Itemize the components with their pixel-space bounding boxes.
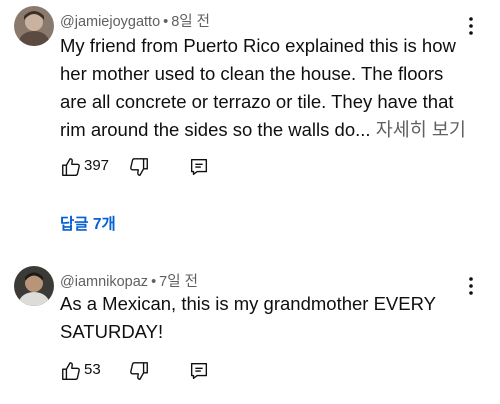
comment-line: are all concrete or terrazo or tile. The… [60,91,454,112]
author-handle[interactable]: @jamiejoygatto [60,14,160,30]
avatar[interactable] [14,6,54,46]
view-replies-button[interactable]: 답글 7개 [60,212,116,234]
comment-text: As a Mexican, this is my grandmother EVE… [60,290,480,346]
reply-button[interactable] [188,156,210,183]
like-button[interactable] [60,360,82,387]
comment-text: My friend from Puerto Rico explained thi… [60,32,480,144]
comment-line: her mother used to clean the house. The … [60,63,444,84]
comment-line: SATURDAY! [60,321,164,342]
avatar-image [14,266,54,306]
separator: • [151,274,157,290]
comment-actions: 53 [60,360,220,384]
separator: • [163,14,169,30]
dislike-button[interactable] [128,360,150,387]
read-more-link[interactable]: 자세히 보기 [376,119,466,140]
reply-icon [190,158,208,176]
comment: @iamnikopaz • 7일 전 As a Mexican, this is m… [0,260,500,400]
comment: @jamiejoygatto • 8일 전 My friend from Puert… [0,0,500,240]
thumbs-down-icon [130,158,148,176]
like-count: 397 [84,157,110,174]
comment-header: @jamiejoygatto • 8일 전 [60,10,210,31]
reply-icon [190,362,208,380]
avatar-image [14,6,54,46]
avatar[interactable] [14,266,54,306]
comment-time[interactable]: 7일 전 [159,274,198,290]
thumbs-down-icon [130,362,148,380]
comment-header: @iamnikopaz • 7일 전 [60,270,198,291]
comment-time[interactable]: 8일 전 [171,14,210,30]
thumbs-up-icon [62,158,80,176]
like-button[interactable] [60,156,82,183]
comment-line: As a Mexican, this is my grandmother EVE… [60,293,436,314]
comment-line: My friend from Puerto Rico explained thi… [60,35,456,56]
reply-button[interactable] [188,360,210,387]
like-count: 53 [84,361,101,378]
comment-actions: 397 [60,156,220,180]
dislike-button[interactable] [128,156,150,183]
comment-line: rim around the sides so the walls do... [60,119,371,140]
thumbs-up-icon [62,362,80,380]
author-handle[interactable]: @iamnikopaz [60,274,148,290]
